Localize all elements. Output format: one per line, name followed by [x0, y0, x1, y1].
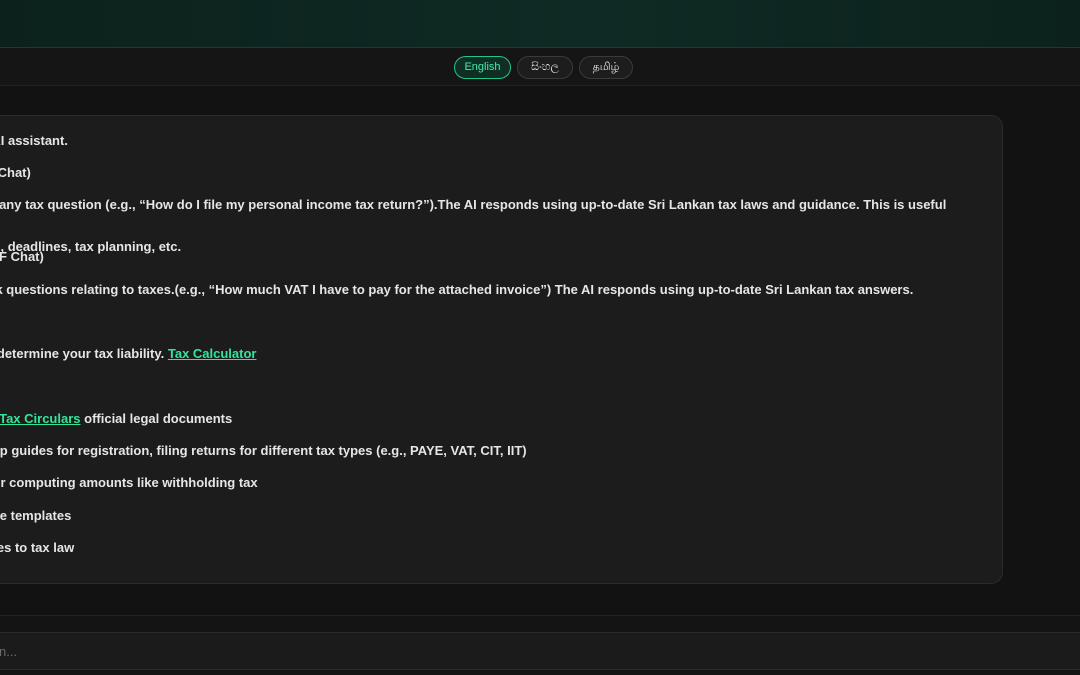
- compute-tool-text: l for computing amounts like withholding…: [0, 475, 258, 490]
- tax-law-changes-text: nges to tax law: [0, 540, 75, 555]
- tax-circulars-link[interactable]: Tax Circulars: [0, 411, 81, 426]
- tax-calculator-desc: to determine your tax liability.: [0, 346, 165, 361]
- tax-circulars-text: es Tax Circulars official legal document…: [0, 411, 232, 426]
- ai-chat-desc-line-1: sk any tax question (e.g., “How do I fil…: [0, 197, 947, 212]
- chat-input-area: [0, 615, 1080, 675]
- guides-text: step guides for registration, filing ret…: [0, 443, 527, 458]
- ai-chat-section-description: sk any tax question (e.g., “How do I fil…: [0, 194, 966, 257]
- tax-calculator-text: to determine your tax liability. Tax Cal…: [0, 346, 256, 361]
- main-content-area: x AI assistant. AI Chat) sk any tax ques…: [0, 87, 1080, 615]
- chat-message-input[interactable]: [0, 632, 1080, 670]
- ai-chat-section-title: AI Chat): [0, 165, 31, 180]
- top-header-bar: [0, 0, 1080, 48]
- language-english-button[interactable]: English: [454, 56, 511, 79]
- templates-text: able templates: [0, 508, 72, 523]
- pdf-chat-section-description: ask questions relating to taxes.(e.g., “…: [0, 282, 914, 297]
- language-sinhala-button[interactable]: සිංහල: [517, 56, 573, 79]
- assistant-info-card: x AI assistant. AI Chat) sk any tax ques…: [0, 115, 1003, 584]
- tax-calculator-link[interactable]: Tax Calculator: [168, 346, 257, 361]
- language-selector-bar: English සිංහල தமிழ்: [0, 48, 1080, 86]
- tax-circulars-desc: official legal documents: [80, 411, 233, 426]
- intro-text: x AI assistant.: [0, 133, 68, 148]
- pdf-chat-section-title: PDF Chat): [0, 249, 44, 264]
- language-tamil-button[interactable]: தமிழ்: [579, 56, 633, 79]
